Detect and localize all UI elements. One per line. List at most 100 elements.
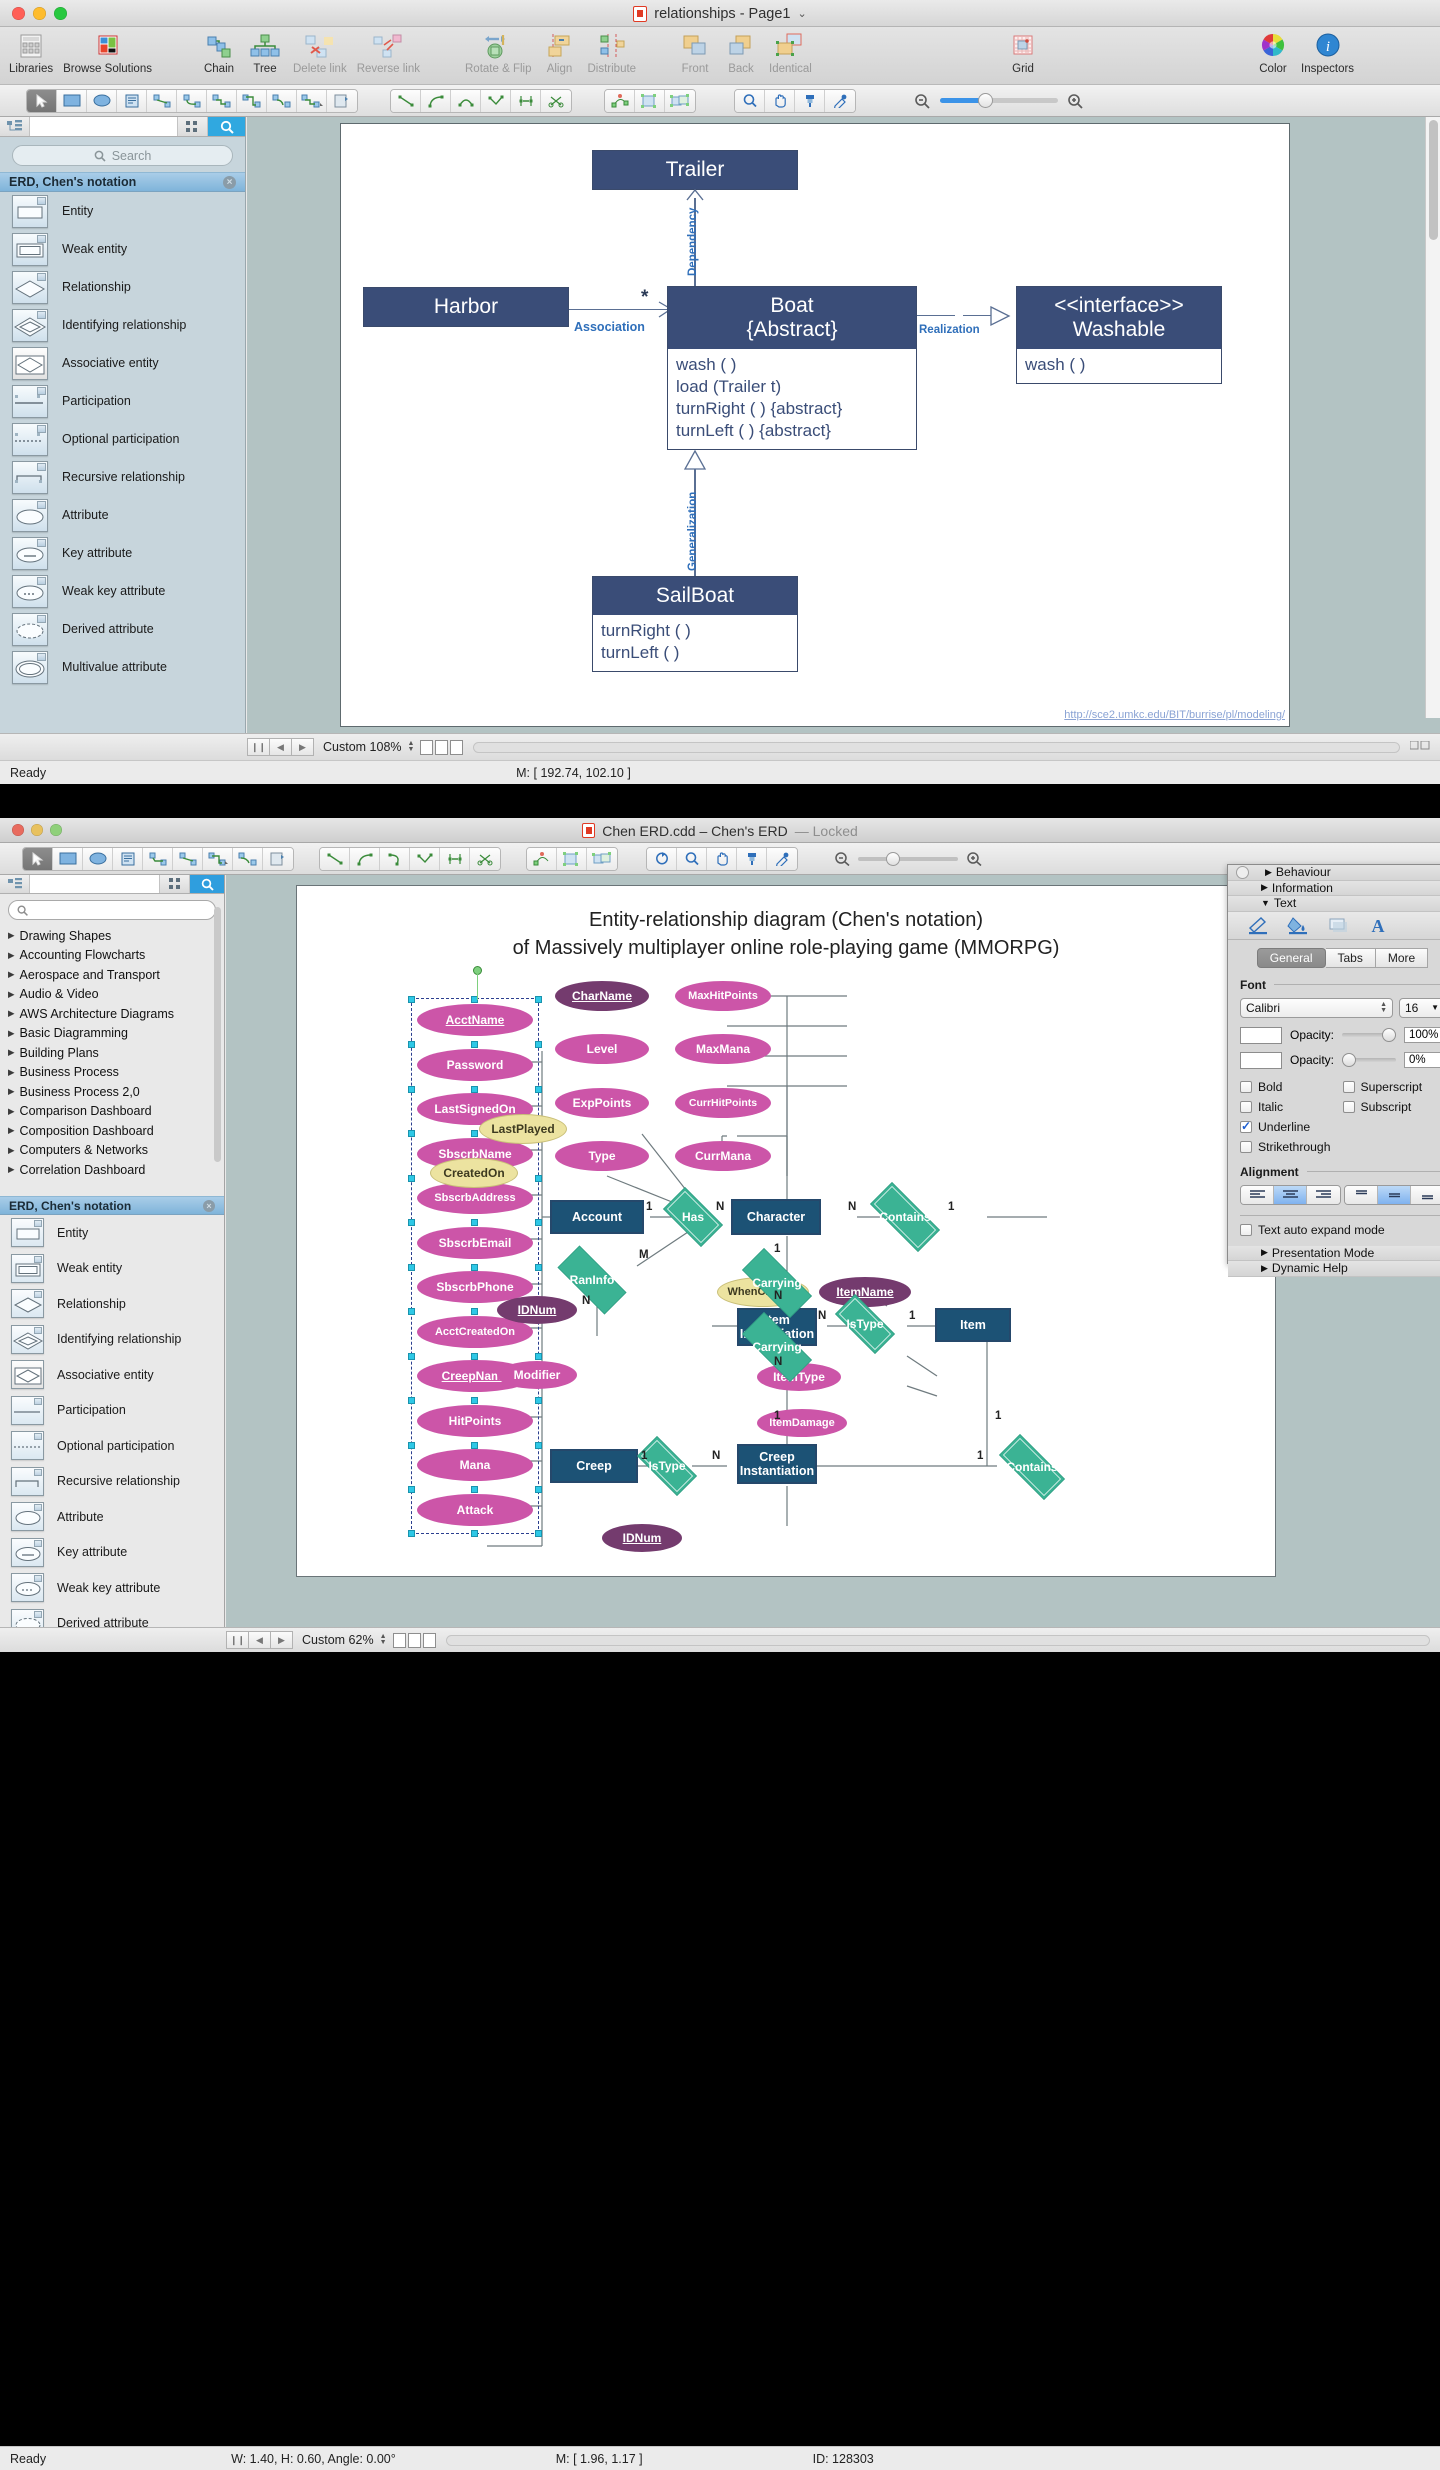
inspector-panel[interactable]: ▶ Behaviour ▶ Information ▼ Text A (1227, 864, 1440, 1264)
alignment-controls[interactable] (1240, 1185, 1440, 1205)
selection-handle[interactable] (471, 1353, 478, 1360)
rectangle-tool[interactable] (53, 848, 83, 870)
opacity-slider-1[interactable] (1342, 1033, 1396, 1037)
selection-handle[interactable] (408, 1041, 415, 1048)
erd-attribute-lastplayed[interactable]: LastPlayed (479, 1114, 567, 1144)
align-center-button[interactable] (1274, 1186, 1307, 1204)
selection-handle[interactable] (408, 1397, 415, 1404)
chevron-down-icon[interactable]: ⌄ (798, 7, 807, 20)
shadow-icon[interactable] (1320, 913, 1356, 937)
selection-handle[interactable] (535, 996, 542, 1003)
library-title-bar[interactable]: ERD, Chen's notation × (0, 172, 245, 192)
selection-handle[interactable] (408, 1353, 415, 1360)
eyedropper-tool[interactable] (767, 848, 797, 870)
tree-item[interactable]: ▶Basic Diagramming (0, 1024, 224, 1044)
cut-path-tool[interactable] (541, 90, 571, 112)
polyline-tool[interactable] (481, 90, 511, 112)
page-view-3[interactable] (450, 740, 463, 755)
ribbon-align[interactable]: Align (536, 27, 582, 85)
curve-tool[interactable] (380, 848, 410, 870)
connector-tool-1[interactable] (147, 90, 177, 112)
close-icon[interactable]: × (203, 1200, 215, 1212)
zoom-slider-handle[interactable] (978, 93, 993, 108)
erd-attribute-createdon[interactable]: CreatedOn (430, 1158, 518, 1188)
selection-handle[interactable] (471, 1308, 478, 1315)
text-block-tool[interactable] (113, 848, 143, 870)
fill-icon[interactable] (1280, 913, 1316, 937)
uml-diagram-page[interactable]: Trailer Dependency Harbor Association * … (340, 123, 1290, 727)
ribbon-rotate-flip[interactable]: Rotate & Flip (460, 27, 536, 85)
library2-item-weak-key-attribute[interactable]: Weak key attribute (0, 1570, 224, 1606)
pointer-tool[interactable] (27, 90, 57, 112)
opacity-slider-handle-1[interactable] (1382, 1028, 1396, 1042)
canvas1-vertical-scrollbar[interactable] (1425, 117, 1440, 718)
union-shapes-tool[interactable] (635, 90, 665, 112)
selection-handle[interactable] (535, 1264, 542, 1271)
selection-handle[interactable] (408, 1086, 415, 1093)
opacity-value-1[interactable]: 100% (1404, 1027, 1440, 1043)
ribbon-delete-link[interactable]: Delete link (288, 27, 352, 85)
group-shapes-tool[interactable] (587, 848, 617, 870)
tool-group-view[interactable] (734, 89, 856, 113)
insert-object-tool[interactable] (263, 848, 293, 870)
edit-nodes-tool[interactable] (605, 90, 635, 112)
tool-group-lines[interactable] (390, 89, 572, 113)
library-item-derived-attribute[interactable]: Derived attribute (0, 610, 245, 648)
line-tool[interactable] (320, 848, 350, 870)
opacity-value-2[interactable]: 0% (1404, 1052, 1440, 1068)
page-nav-2[interactable]: ❙❙ ◀ ▶ (226, 1631, 292, 1649)
tree-item[interactable]: ▶Audio & Video (0, 985, 224, 1005)
fill-opacity-row-1[interactable]: Opacity: 100% (1240, 1027, 1440, 1044)
selection-handle[interactable] (535, 1397, 542, 1404)
page-view-1[interactable] (393, 1633, 406, 1648)
erd-attribute-itemname[interactable]: ItemName (819, 1277, 911, 1307)
erd-relationship-contains-top[interactable]: Contains (857, 1195, 953, 1239)
ribbon-grid[interactable]: Grid (1000, 27, 1046, 85)
ribbon-libraries[interactable]: Libraries (4, 27, 58, 85)
prev-page-button[interactable]: ◀ (269, 738, 292, 756)
selection-handle[interactable] (535, 1530, 542, 1537)
selection-handle[interactable] (408, 1308, 415, 1315)
link-realization-line-a[interactable] (917, 315, 955, 316)
library-item-multivalue-attribute[interactable]: Multivalue attribute (0, 648, 245, 686)
pause-button[interactable]: ❙❙ (226, 1631, 249, 1649)
text-block-tool[interactable] (117, 90, 147, 112)
solutions-tree[interactable]: ▶Drawing Shapes ▶Accounting Flowcharts ▶… (0, 926, 224, 1196)
diagram-watermark-url[interactable]: http://sce2.umkc.edu/BIT/burrise/pl/mode… (1064, 709, 1285, 721)
eyedropper-tool[interactable] (825, 90, 855, 112)
erd-entity-account[interactable]: Account (550, 1200, 644, 1234)
ellipse-tool[interactable] (87, 90, 117, 112)
window1-titlebar[interactable]: relationships - Page1 ⌄ (0, 0, 1440, 27)
pointer-tool[interactable] (23, 848, 53, 870)
erd-entity-creep-instantiation[interactable]: CreepInstantiation (737, 1444, 817, 1484)
library2-item-relationship[interactable]: Relationship (0, 1286, 224, 1322)
tree-item[interactable]: ▶Aerospace and Transport (0, 965, 224, 985)
tree-item[interactable]: ▶Computers & Networks (0, 1141, 224, 1161)
selection-handle[interactable] (408, 1530, 415, 1537)
polyline-tool[interactable] (410, 848, 440, 870)
tree-item[interactable]: ▶Business Process 2,0 (0, 1082, 224, 1102)
tree-item[interactable]: ▶Accounting Flowcharts (0, 946, 224, 966)
connector-tool-2[interactable] (173, 848, 203, 870)
zoom-level-label[interactable]: Custom 108% (323, 740, 402, 754)
selection-handle[interactable] (535, 1442, 542, 1449)
tool-group-view-2[interactable] (646, 847, 798, 871)
resize-grip[interactable] (1410, 741, 1432, 753)
tab-tabs[interactable]: Tabs (1326, 948, 1376, 968)
font-family-select[interactable]: Calibri ▲▼ (1240, 998, 1393, 1018)
fill-opacity-row-2[interactable]: Opacity: 0% (1240, 1052, 1440, 1069)
selection-handle[interactable] (535, 1175, 542, 1182)
tree-item[interactable]: ▶Building Plans (0, 1043, 224, 1063)
inspector-tool-icons[interactable]: A (1228, 912, 1440, 940)
hand-tool[interactable] (707, 848, 737, 870)
library-item-optional-participation[interactable]: Optional participation (0, 420, 245, 458)
zoom-slider-group-2[interactable] (834, 851, 982, 866)
tool-group-shapes-2[interactable] (22, 847, 294, 871)
connector-tool-4[interactable] (233, 848, 263, 870)
erd-attribute-type[interactable]: Type (555, 1141, 649, 1171)
text-icon[interactable]: A (1360, 913, 1396, 937)
tree-item[interactable]: ▶Correlation Dashboard (0, 1160, 224, 1180)
zoom-slider-group[interactable] (914, 93, 1084, 109)
selection-handle[interactable] (471, 1486, 478, 1493)
selection-handle[interactable] (408, 1486, 415, 1493)
